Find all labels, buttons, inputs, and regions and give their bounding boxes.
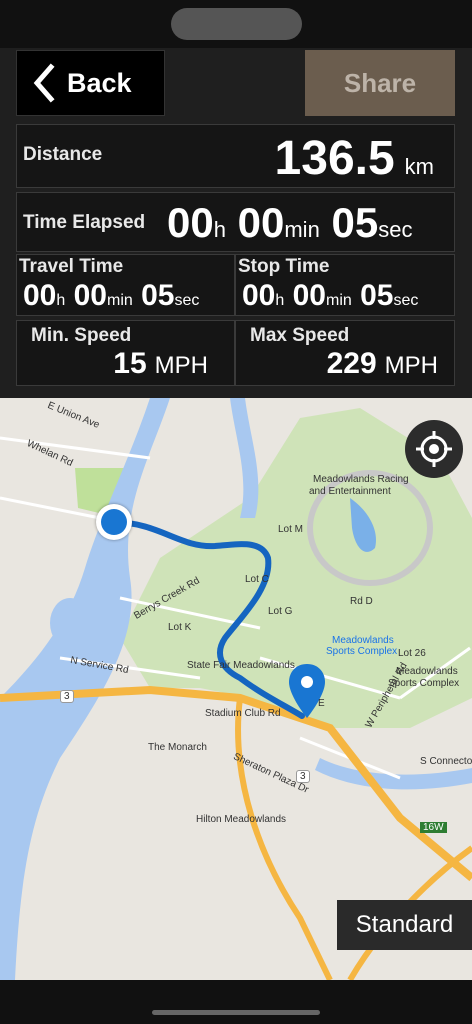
map-label-s-connector: S Connector (420, 756, 472, 767)
travel-time-card: Travel Time 00h 00min 05sec (16, 254, 235, 316)
map-label-sports-complex: Sports Complex (326, 646, 398, 657)
start-marker-dot (101, 509, 127, 535)
max-speed-card: Max Speed 229 MPH (235, 320, 455, 386)
phone-top-bezel (0, 0, 472, 48)
map-label-state-fair: State Fair Meadowlands (187, 660, 295, 671)
map-label-lot-26: Lot 26 (398, 648, 426, 659)
map-label-lot-g: Lot G (268, 606, 293, 617)
map-label-meadowlands: Meadowlands (332, 635, 394, 646)
crosshair-icon (416, 431, 452, 467)
time-elapsed-value: 00h 00min 05sec (167, 199, 413, 246)
travel-time-label: Travel Time (19, 256, 124, 277)
travel-time-value: 00h 00min 05sec (23, 279, 200, 312)
max-speed-value: 229 MPH (326, 347, 438, 380)
distance-card: Distance 136.5 km (16, 124, 455, 188)
map-label-rd-d: Rd D (350, 596, 373, 607)
phone-notch (171, 8, 302, 40)
back-button-label: Back (67, 67, 132, 98)
back-button[interactable]: Back (16, 50, 165, 116)
home-indicator[interactable] (152, 1010, 320, 1015)
stop-time-value: 00h 00min 05sec (242, 279, 419, 312)
map-label-lot-c: Lot C (245, 574, 269, 585)
pond-1 (50, 598, 90, 648)
map-label-the-monarch: The Monarch (148, 742, 207, 753)
distance-value: 136.5 km (274, 132, 434, 185)
pond-2 (95, 610, 125, 650)
map-label-hilton-meadowlands: Hilton Meadowlands (196, 814, 287, 825)
route-3-shield-b: 3 (296, 770, 310, 783)
river-branch (230, 398, 259, 518)
time-elapsed-label: Time Elapsed (23, 212, 146, 233)
end-pin-icon[interactable] (287, 664, 327, 720)
map-label-lot-e: E (318, 698, 325, 709)
route-3-shield-a: 3 (60, 690, 74, 703)
map-label-lot-k: Lot K (168, 622, 192, 633)
max-speed-label: Max Speed (250, 325, 350, 346)
phone-bottom-bezel (0, 980, 472, 1024)
stop-time-label: Stop Time (238, 256, 330, 277)
time-elapsed-card: Time Elapsed 00h 00min 05sec (16, 192, 455, 252)
share-button[interactable]: Share (305, 50, 455, 116)
route-16w-shield: 16W (420, 822, 447, 833)
min-speed-label: Min. Speed (31, 325, 132, 346)
nj-turnpike (235, 697, 333, 980)
map-label-lot-m: Lot M (278, 524, 304, 535)
locate-button[interactable] (405, 420, 463, 478)
start-marker[interactable] (96, 504, 132, 540)
map-type-button[interactable]: Standard (337, 900, 472, 950)
min-speed-card: Min. Speed 15 MPH (16, 320, 235, 386)
map-label-and-entertainment: and Entertainment (309, 486, 391, 497)
chevron-left-icon (33, 63, 55, 103)
min-speed-value: 15 MPH (113, 347, 208, 380)
stop-time-card: Stop Time 00h 00min 05sec (235, 254, 455, 316)
map-label-meadowlands-racing: Meadowlands Racing (313, 474, 409, 485)
map-label-stadium-club-rd: Stadium Club Rd (205, 708, 281, 719)
distance-label: Distance (23, 144, 103, 165)
share-button-label: Share (343, 67, 417, 98)
map-canvas (0, 398, 472, 980)
route-map[interactable]: E Union Ave Whelan Rd Meadowlands Racing… (0, 398, 472, 980)
